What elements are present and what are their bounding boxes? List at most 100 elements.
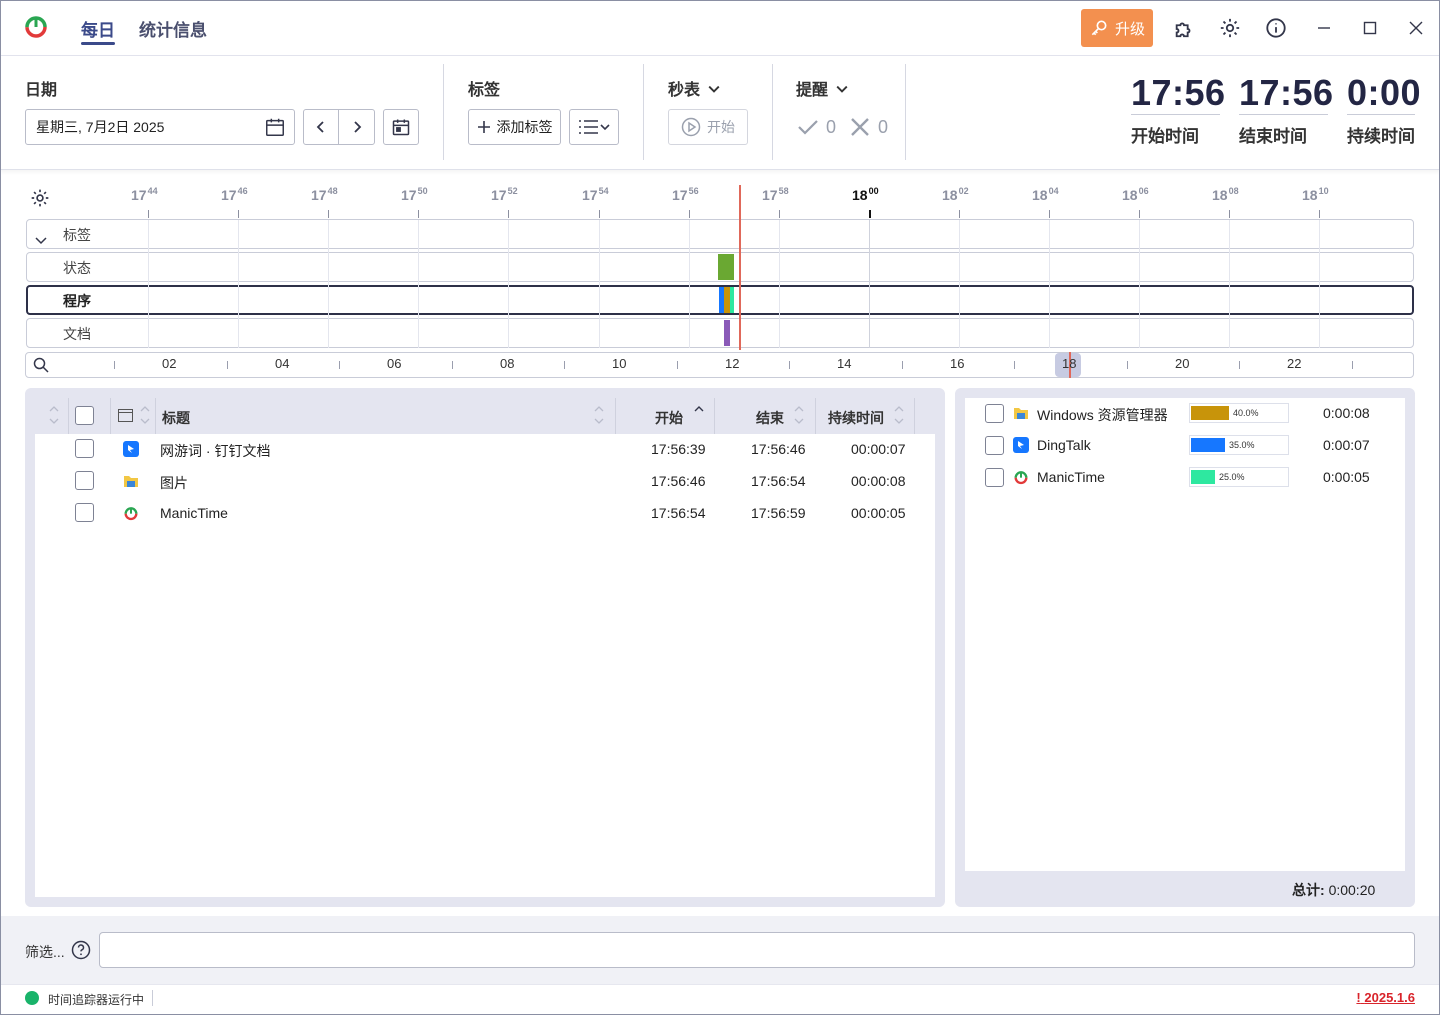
version-number: 2025.1.6 [1364, 990, 1415, 1005]
timeline-tick-label: 1746 [221, 186, 248, 203]
sort-icon[interactable] [139, 404, 151, 426]
lane-label-applications: 程序 [63, 293, 91, 309]
column-header-title[interactable]: 标题 [162, 408, 190, 428]
start-time-underline [1131, 114, 1220, 115]
stat-checkbox[interactable] [985, 468, 1004, 487]
minimize-button[interactable] [1312, 16, 1336, 40]
about-button[interactable] [1264, 16, 1288, 40]
settings-button[interactable] [1218, 16, 1242, 40]
lane-label-status: 状态 [63, 260, 91, 276]
stopwatch-section-label[interactable]: 秒表 [668, 76, 720, 100]
sort-ascending-icon[interactable] [693, 404, 705, 426]
timeline-tick-label: 1806 [1122, 186, 1149, 203]
column-header-duration[interactable]: 持续时间 [828, 408, 884, 428]
document-block[interactable] [724, 320, 730, 346]
maximize-button[interactable] [1358, 16, 1382, 40]
stat-checkbox[interactable] [985, 436, 1004, 455]
version-link[interactable]: ! 2025.1.6 [1356, 990, 1415, 1005]
column-header-end[interactable]: 结束 [756, 408, 784, 428]
overview-hour-label: 02 [162, 356, 177, 371]
day-overview-bar[interactable] [25, 352, 1414, 378]
column-separator [155, 398, 156, 434]
upgrade-button[interactable]: 升级 [1081, 9, 1153, 47]
timeline-tick-label: 1744 [131, 186, 158, 203]
chevron-down-icon [600, 124, 610, 131]
timeline-gridline [779, 220, 780, 348]
upgrade-label: 升级 [1114, 20, 1145, 38]
stat-name: ManicTime [1037, 469, 1105, 485]
column-separator [110, 398, 111, 434]
tag-list-dropdown[interactable] [569, 109, 619, 145]
reminder-missed-count: 0 [878, 116, 889, 137]
row-checkbox[interactable] [75, 471, 94, 490]
row-checkbox[interactable] [75, 503, 94, 522]
manictime-logo-icon [25, 16, 47, 38]
sort-icon[interactable] [593, 404, 605, 426]
lane-tags[interactable] [26, 219, 1414, 249]
tick-hour: 18 [1212, 187, 1228, 203]
app-block-manictime[interactable] [730, 287, 734, 313]
calendar-icon[interactable] [264, 116, 286, 138]
next-day-button[interactable] [339, 110, 374, 144]
close-button[interactable] [1404, 16, 1428, 40]
select-all-checkbox[interactable] [75, 406, 94, 425]
duration-value: 0:00 [1347, 72, 1422, 113]
row-duration: 00:00:05 [851, 505, 906, 521]
date-value: 星期三, 7月2日 2025 [36, 119, 165, 135]
plugins-button[interactable] [1172, 16, 1196, 40]
overview-hour-label: 08 [500, 356, 515, 371]
filter-input[interactable] [99, 932, 1415, 968]
tick-minute: 52 [507, 186, 518, 196]
column-separator [815, 398, 816, 434]
today-button[interactable] [383, 109, 419, 145]
chevron-down-icon [708, 85, 720, 93]
timeline-gridline [689, 220, 690, 348]
column-header-start[interactable]: 开始 [655, 408, 683, 428]
column-separator [714, 398, 715, 434]
tab-daily[interactable]: 每日 [81, 16, 115, 41]
info-icon [1266, 18, 1286, 38]
zoom-icon[interactable] [33, 357, 49, 373]
timeline-tick-label: 1748 [311, 186, 338, 203]
chevron-down-icon[interactable] [34, 233, 48, 247]
timeline-gridline [599, 220, 600, 348]
timeline-tick-label: 1750 [401, 186, 428, 203]
previous-day-button[interactable] [304, 110, 340, 144]
status-active-block[interactable] [718, 254, 734, 280]
version-warning: ! [1356, 990, 1361, 1005]
stat-name: Windows 资源管理器 [1037, 407, 1168, 423]
overview-tick [1014, 361, 1015, 369]
stopwatch-start-button[interactable]: 开始 [668, 109, 748, 145]
date-picker[interactable]: 星期三, 7月2日 2025 [25, 109, 295, 145]
timeline-tick-mark [328, 210, 329, 218]
tick-minute: 02 [958, 186, 969, 196]
sort-icon[interactable] [48, 404, 60, 426]
timeline-tick-mark [869, 210, 871, 218]
add-tag-button[interactable]: 添加标签 [468, 109, 561, 145]
reminder-section-label[interactable]: 提醒 [796, 76, 848, 100]
row-checkbox[interactable] [75, 439, 94, 458]
date-navigation [303, 109, 375, 145]
row-start: 17:56:54 [651, 505, 706, 521]
lane-label-tags: 标签 [63, 227, 91, 243]
tick-hour: 17 [131, 187, 147, 203]
tick-hour: 17 [672, 187, 688, 203]
timeline-tick-mark [148, 210, 149, 218]
help-icon[interactable] [71, 940, 91, 960]
current-time-marker [739, 185, 741, 350]
sort-icon[interactable] [793, 404, 805, 426]
timeline-settings-icon[interactable] [30, 188, 50, 208]
stat-percent: 25.0% [1219, 472, 1245, 482]
overview-hour-label: 12 [725, 356, 740, 371]
tracker-running-indicator [25, 991, 39, 1005]
stat-checkbox[interactable] [985, 404, 1004, 423]
close-icon [1409, 21, 1423, 35]
lane-documents[interactable] [26, 318, 1414, 348]
timeline-tick-mark [599, 210, 600, 218]
column-separator [68, 398, 69, 434]
overview-tick [564, 361, 565, 369]
tab-statistics[interactable]: 统计信息 [139, 16, 207, 41]
check-icon [798, 120, 818, 135]
timeline-tick-label: 1810 [1302, 186, 1329, 203]
sort-icon[interactable] [893, 404, 905, 426]
